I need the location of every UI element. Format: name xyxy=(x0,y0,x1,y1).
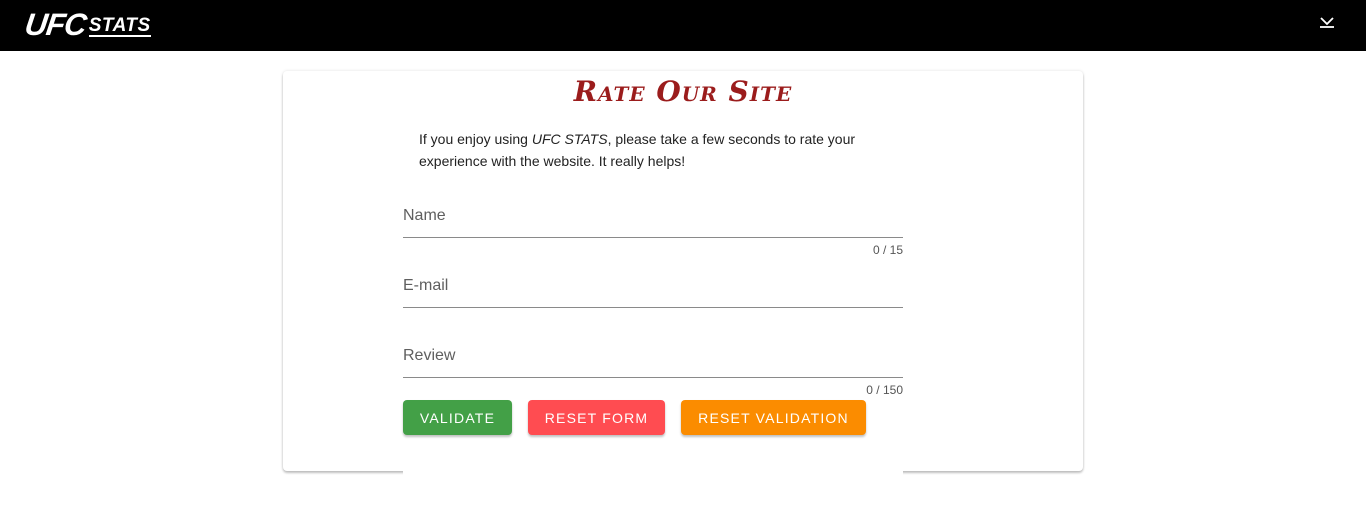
name-char-counter: 0 / 15 xyxy=(872,243,903,257)
page-title: Rate Our Site xyxy=(573,75,793,108)
ufc-stats-logo[interactable]: UFC STATS xyxy=(22,7,151,43)
review-char-counter: 0 / 150 xyxy=(866,383,903,397)
name-input[interactable] xyxy=(403,207,903,235)
reset-validation-button[interactable]: Reset Validation xyxy=(681,400,866,435)
logo-stats-text: STATS xyxy=(88,15,151,37)
logo-ufc-text: UFC xyxy=(22,7,89,42)
review-input[interactable] xyxy=(403,347,903,375)
email-underline xyxy=(403,307,903,308)
chevron-down-icon[interactable] xyxy=(1317,12,1337,32)
intro-text: If you enjoy using UFC STATS, please tak… xyxy=(419,128,899,172)
email-input[interactable] xyxy=(403,277,903,305)
reset-form-button[interactable]: Reset Form xyxy=(528,400,665,435)
intro-text-start: If you enjoy using xyxy=(419,131,532,147)
top-navbar: UFC STATS xyxy=(0,0,1366,51)
review-underline xyxy=(403,377,903,378)
form-overflow-panel xyxy=(403,460,903,480)
validate-button[interactable]: Validate xyxy=(403,400,512,435)
name-underline xyxy=(403,237,903,238)
rating-card: Rate Our Site If you enjoy using UFC STA… xyxy=(283,71,1083,471)
intro-site-name: UFC STATS xyxy=(531,131,608,147)
